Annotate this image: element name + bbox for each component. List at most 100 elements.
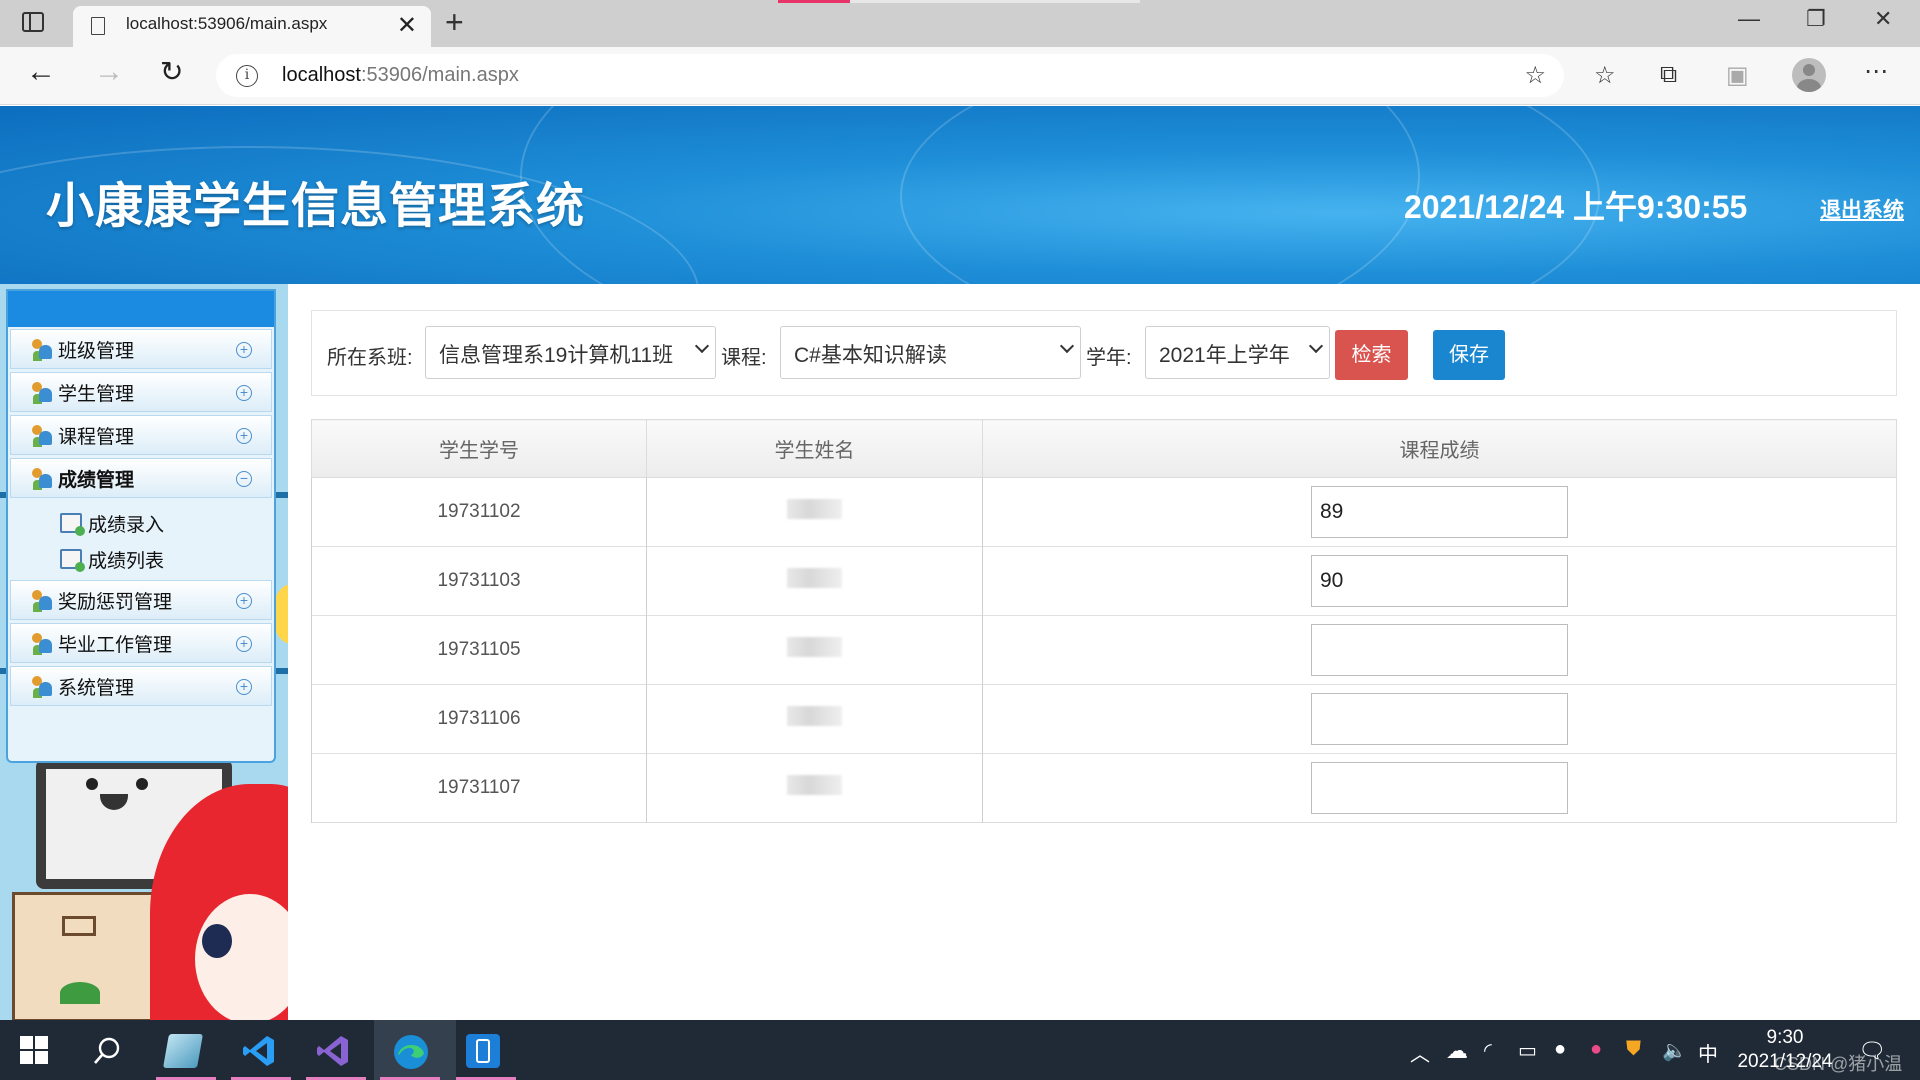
- sidebar-item-graduation[interactable]: 毕业工作管理 +: [10, 623, 272, 663]
- tray-chevron-icon[interactable]: ︿: [1410, 1038, 1430, 1067]
- collapse-icon[interactable]: −: [236, 471, 252, 487]
- windows-start-icon[interactable]: [20, 1036, 48, 1064]
- sidebar-item-course-management[interactable]: 课程管理 +: [10, 415, 272, 455]
- sidebar-item-reward-punishment[interactable]: 奖励惩罚管理 +: [10, 580, 272, 620]
- student-name-cell: [646, 615, 983, 685]
- course-select[interactable]: C#基本知识解读: [780, 326, 1081, 379]
- score-input[interactable]: [1311, 555, 1568, 607]
- qq-alt-icon[interactable]: ●: [1590, 1038, 1602, 1061]
- submenu-item-grade-list[interactable]: 成绩列表: [8, 541, 274, 577]
- profile-avatar[interactable]: [1792, 58, 1826, 92]
- student-id-cell: 19731105: [311, 615, 647, 685]
- restore-icon[interactable]: ❐: [1806, 6, 1826, 32]
- vscode-icon[interactable]: [242, 1034, 276, 1068]
- minimize-icon[interactable]: —: [1738, 6, 1760, 32]
- browser-tab-strip: localhost:53906/main.aspx ✕ + — ❐ ✕: [0, 0, 1920, 47]
- logout-link[interactable]: 退出系统: [1820, 194, 1904, 224]
- battery-icon[interactable]: ▭: [1518, 1038, 1537, 1063]
- class-select-value: 信息管理系19计算机11班: [439, 344, 674, 367]
- submenu-grade: 成绩录入 成绩列表: [8, 501, 274, 578]
- sidebar-item-label: 毕业工作管理: [58, 634, 173, 656]
- back-icon[interactable]: ←: [26, 57, 56, 87]
- expand-icon[interactable]: +: [236, 428, 252, 444]
- address-bar-row: ← → ↻ i localhost:53906/main.aspx ☆ ☆ ⧉ …: [0, 47, 1920, 105]
- score-cell: [982, 615, 1897, 685]
- qq-icon[interactable]: ●: [1554, 1038, 1566, 1061]
- clock-time: 9:30: [1766, 1027, 1804, 1048]
- sidebar-item-label: 课程管理: [58, 426, 135, 448]
- year-label: 学年:: [1086, 347, 1132, 369]
- student-id-cell: 19731106: [311, 684, 647, 754]
- blurred-name: [787, 637, 842, 657]
- taskbar: ︿ ☁ ◜ ▭ ● ● ⛊ 🔈 中 9:30 2021/12/24 CSDN @…: [0, 1020, 1920, 1080]
- notepad-app-icon[interactable]: [163, 1034, 203, 1068]
- expand-icon[interactable]: +: [236, 679, 252, 695]
- tab-actions-icon[interactable]: [22, 12, 44, 32]
- save-button[interactable]: 保存: [1433, 330, 1505, 380]
- more-options-icon[interactable]: ⋯: [1864, 57, 1888, 86]
- table-row: 19731106: [311, 684, 1897, 754]
- volume-icon[interactable]: 🔈: [1662, 1038, 1687, 1063]
- sidebar-item-student-management[interactable]: 学生管理 +: [10, 372, 272, 412]
- onedrive-icon[interactable]: ☁: [1446, 1038, 1468, 1064]
- class-select[interactable]: 信息管理系19计算机11班: [425, 326, 716, 379]
- ime-indicator[interactable]: 中: [1698, 1038, 1718, 1067]
- url-input[interactable]: i localhost:53906/main.aspx ☆: [216, 54, 1564, 97]
- sidebar-item-grade-management[interactable]: 成绩管理 −: [10, 458, 272, 498]
- year-select[interactable]: 2021年上学年: [1145, 326, 1330, 379]
- student-name-cell: [646, 477, 983, 547]
- users-icon: [31, 338, 53, 360]
- site-info-icon[interactable]: i: [236, 65, 258, 87]
- favorites-icon[interactable]: ☆: [1594, 61, 1616, 90]
- form-icon: [60, 513, 85, 536]
- cabinet-handle: [62, 916, 96, 936]
- sidebar-item-label: 奖励惩罚管理: [58, 591, 173, 613]
- expand-icon[interactable]: +: [236, 385, 252, 401]
- student-id-cell: 19731102: [311, 477, 647, 547]
- submenu-item-label: 成绩列表: [88, 550, 165, 572]
- sidebar-item-label: 班级管理: [58, 340, 135, 362]
- sidebar-item-label: 成绩管理: [58, 469, 135, 491]
- ie-mode-icon[interactable]: ▣: [1726, 61, 1749, 90]
- submenu-item-grade-entry[interactable]: 成绩录入: [8, 505, 274, 541]
- score-input[interactable]: [1311, 486, 1568, 538]
- add-favorite-icon[interactable]: ☆: [1524, 61, 1546, 90]
- score-input[interactable]: [1311, 693, 1568, 745]
- refresh-icon[interactable]: ↻: [160, 57, 183, 87]
- collections-icon[interactable]: ⧉: [1660, 61, 1677, 89]
- edge-browser-icon[interactable]: [392, 1033, 430, 1071]
- column-header-student-id: 学生学号: [311, 419, 647, 478]
- score-input[interactable]: [1311, 624, 1568, 676]
- score-cell: [982, 684, 1897, 754]
- browser-tab[interactable]: localhost:53906/main.aspx ✕: [73, 6, 431, 47]
- close-window-icon[interactable]: ✕: [1874, 6, 1892, 32]
- sidebar-item-class-management[interactable]: 班级管理 +: [10, 329, 272, 369]
- security-shield-icon[interactable]: ⛊: [1626, 1038, 1641, 1061]
- wifi-icon[interactable]: ◜: [1484, 1038, 1492, 1063]
- blurred-name: [787, 499, 842, 519]
- expand-icon[interactable]: +: [236, 342, 252, 358]
- users-icon: [31, 467, 53, 489]
- year-select-value: 2021年上学年: [1159, 344, 1290, 367]
- notification-icon[interactable]: 🗨: [1858, 1038, 1886, 1064]
- expand-icon[interactable]: +: [236, 593, 252, 609]
- column-header-course-score: 课程成绩: [982, 419, 1897, 478]
- users-icon: [31, 381, 53, 403]
- expand-icon[interactable]: +: [236, 636, 252, 652]
- form-icon: [60, 549, 85, 572]
- table-row: 19731105: [311, 615, 1897, 685]
- new-tab-icon[interactable]: +: [445, 4, 464, 41]
- forward-icon[interactable]: →: [94, 57, 124, 87]
- menu-header: [8, 291, 274, 327]
- score-input[interactable]: [1311, 762, 1568, 814]
- visual-studio-icon[interactable]: [316, 1034, 350, 1068]
- search-icon[interactable]: [92, 1036, 122, 1066]
- search-button[interactable]: 检索: [1335, 330, 1408, 380]
- table-row: 19731102: [311, 477, 1897, 547]
- site-header: 小康康学生信息管理系统 2021/12/24 上午9:30:55 退出系统: [0, 106, 1920, 284]
- close-tab-icon[interactable]: ✕: [397, 11, 417, 40]
- sidebar-item-system[interactable]: 系统管理 +: [10, 666, 272, 706]
- sidebar-item-label: 系统管理: [58, 677, 135, 699]
- chevron-down-icon: [1059, 338, 1075, 354]
- phone-link-icon[interactable]: [466, 1034, 500, 1068]
